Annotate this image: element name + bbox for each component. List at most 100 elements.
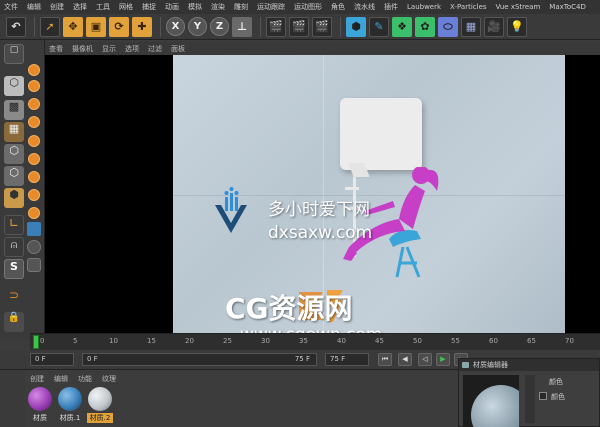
add-tool-button[interactable]: ✚ bbox=[132, 16, 152, 37]
menu-motion-tracking[interactable]: 运动跟踪 bbox=[257, 2, 285, 12]
material-item-selected[interactable]: 材质.2 bbox=[87, 387, 113, 423]
quantize-button[interactable] bbox=[27, 222, 41, 236]
material-menu-texture[interactable]: 纹理 bbox=[102, 374, 116, 384]
layout-dot-7[interactable] bbox=[28, 171, 40, 183]
polygons-mode-button[interactable]: ⬢ bbox=[4, 188, 24, 208]
edges-mode-button[interactable]: ⬡ bbox=[4, 166, 24, 186]
layout-dot-5[interactable] bbox=[28, 135, 40, 147]
menu-edit[interactable]: 编辑 bbox=[27, 2, 41, 12]
soft-selection-button[interactable] bbox=[27, 240, 41, 254]
color-channel-label[interactable]: 颜色 bbox=[551, 392, 565, 402]
layout-dot-9[interactable] bbox=[28, 207, 40, 219]
material-menu-create[interactable]: 创建 bbox=[30, 374, 44, 384]
3d-viewport[interactable]: 多小时爱下网 dxsaxw.com CG资源网 www.cgown.com bbox=[45, 55, 600, 333]
coordinate-system-button[interactable]: ⊥ bbox=[232, 16, 252, 37]
floor-button[interactable]: ▦ bbox=[461, 16, 481, 37]
viewport-menu-panel[interactable]: 面板 bbox=[171, 44, 185, 54]
menu-plugins[interactable]: 插件 bbox=[384, 2, 398, 12]
skip-back-icon: ⏮ bbox=[381, 355, 389, 363]
z-axis-button[interactable]: Z bbox=[210, 17, 229, 36]
layout-dot-1[interactable] bbox=[28, 64, 40, 76]
polygons-icon: ⬢ bbox=[9, 188, 19, 201]
menu-vue-xstream[interactable]: Vue xStream bbox=[496, 3, 541, 11]
viewport-menu-filter[interactable]: 过滤 bbox=[148, 44, 162, 54]
layout-dot-6[interactable] bbox=[28, 153, 40, 165]
menu-x-particles[interactable]: X-Particles bbox=[450, 3, 486, 11]
magnet-button[interactable]: ⊃ bbox=[4, 288, 24, 308]
move-tool-button[interactable]: ✥ bbox=[63, 16, 83, 37]
x-axis-button[interactable]: X bbox=[166, 17, 185, 36]
menu-maxtoc4d[interactable]: MaxToC4D bbox=[549, 3, 586, 11]
select-tool-button[interactable]: ➚ bbox=[40, 16, 60, 37]
axis-mode-button[interactable]: ∟ bbox=[4, 215, 24, 235]
start-frame-field[interactable]: 0 F bbox=[30, 353, 74, 366]
menu-simulate[interactable]: 模拟 bbox=[188, 2, 202, 12]
range-start-field[interactable]: 0 F 75 F bbox=[82, 353, 317, 366]
layout-dot-2[interactable] bbox=[28, 80, 40, 92]
light-button[interactable]: 💡 bbox=[507, 16, 527, 37]
menu-animate[interactable]: 动画 bbox=[165, 2, 179, 12]
render-settings-button[interactable]: 🎬 bbox=[312, 16, 332, 37]
material-item[interactable]: 材质 bbox=[27, 387, 53, 423]
texture-mode-button[interactable]: ▩ bbox=[4, 100, 24, 120]
menu-mesh[interactable]: 网格 bbox=[119, 2, 133, 12]
end-frame-field[interactable]: 75 F bbox=[325, 353, 369, 366]
material-menu-edit[interactable]: 编辑 bbox=[54, 374, 68, 384]
material-editor-title[interactable]: 材质编辑器 bbox=[459, 359, 599, 371]
menu-pipeline[interactable]: 流水线 bbox=[354, 2, 375, 12]
layout-toggle-button[interactable] bbox=[27, 258, 41, 272]
snap-button[interactable]: S bbox=[4, 259, 24, 279]
model-mode-button[interactable]: ⬡ bbox=[4, 76, 24, 96]
undo-button[interactable]: ↶ bbox=[6, 16, 26, 37]
prev-key-button[interactable]: ◀ bbox=[398, 353, 412, 366]
render-view-button[interactable]: 🎬 bbox=[266, 16, 286, 37]
rotate-tool-button[interactable]: ⟳ bbox=[109, 16, 129, 37]
timeline-playhead[interactable] bbox=[33, 335, 39, 349]
menu-laubwerk[interactable]: Laubwerk bbox=[407, 3, 441, 11]
viewport-menu-options[interactable]: 选项 bbox=[125, 44, 139, 54]
material-editor-side-handle[interactable] bbox=[525, 375, 535, 423]
deformer-button[interactable]: ⬭ bbox=[438, 16, 458, 37]
cursor-icon: ➚ bbox=[45, 20, 55, 33]
camera-button[interactable]: 🎥 bbox=[484, 16, 504, 37]
tweak-mode-button[interactable]: ⍝ bbox=[4, 237, 24, 257]
material-item[interactable]: 材质.1 bbox=[57, 387, 83, 423]
menu-file[interactable]: 文件 bbox=[4, 2, 18, 12]
layout-dot-4[interactable] bbox=[28, 116, 40, 128]
menu-select[interactable]: 选择 bbox=[73, 2, 87, 12]
menu-snap[interactable]: 捕捉 bbox=[142, 2, 156, 12]
lock-icon: 🔒 bbox=[7, 312, 21, 323]
lock-workplane-button[interactable]: 🔒 bbox=[4, 312, 24, 332]
menu-render[interactable]: 渲染 bbox=[211, 2, 225, 12]
cube-primitive-button[interactable]: ⬢ bbox=[346, 16, 366, 37]
color-channel-checkbox[interactable] bbox=[539, 392, 547, 400]
scale-icon: ▣ bbox=[90, 20, 102, 33]
render-picture-viewer-button[interactable]: 🎬 bbox=[289, 16, 309, 37]
viewport-menu-cameras[interactable]: 摄像机 bbox=[72, 44, 93, 54]
timeline-tick: 60 bbox=[489, 337, 498, 345]
material-menu-function[interactable]: 功能 bbox=[78, 374, 92, 384]
menu-character[interactable]: 角色 bbox=[331, 2, 345, 12]
menu-create[interactable]: 创建 bbox=[50, 2, 64, 12]
viewport-menu-display[interactable]: 显示 bbox=[102, 44, 116, 54]
viewport-menu-view[interactable]: 查看 bbox=[49, 44, 63, 54]
y-axis-button[interactable]: Y bbox=[188, 17, 207, 36]
timeline-ruler[interactable]: 0 5 10 15 20 25 30 35 40 45 50 55 60 65 … bbox=[30, 333, 600, 350]
play-button[interactable]: ▶ bbox=[436, 353, 450, 366]
go-to-start-button[interactable]: ⏮ bbox=[378, 353, 392, 366]
subdivision-button[interactable]: ❖ bbox=[392, 16, 412, 37]
layout-dot-3[interactable] bbox=[28, 98, 40, 110]
workplane-button[interactable]: ▦ bbox=[4, 122, 24, 142]
make-editable-button[interactable]: ▢ bbox=[4, 44, 24, 64]
points-mode-button[interactable]: ⬡ bbox=[4, 144, 24, 164]
layout-dot-8[interactable] bbox=[28, 189, 40, 201]
play-reverse-button[interactable]: ◁ bbox=[418, 353, 432, 366]
menu-sculpt[interactable]: 雕刻 bbox=[234, 2, 248, 12]
cinema4d-window: 文件 编辑 创建 选择 工具 网格 捕捉 动画 模拟 渲染 雕刻 运动跟踪 运动… bbox=[0, 0, 600, 427]
pen-spline-button[interactable]: ✎ bbox=[369, 16, 389, 37]
menu-mograph[interactable]: 运动图形 bbox=[294, 2, 322, 12]
menu-tools[interactable]: 工具 bbox=[96, 2, 110, 12]
grid-icon: ▦ bbox=[8, 122, 20, 135]
scale-tool-button[interactable]: ▣ bbox=[86, 16, 106, 37]
cloner-button[interactable]: ✿ bbox=[415, 16, 435, 37]
